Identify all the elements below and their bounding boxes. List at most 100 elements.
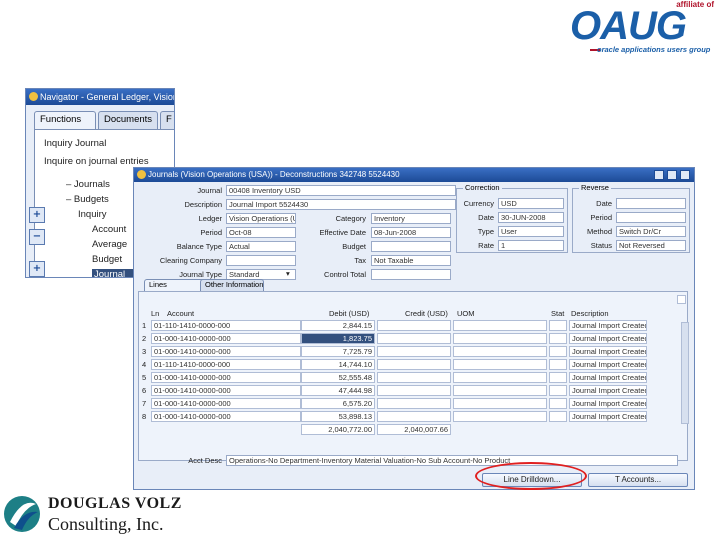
uom-cell[interactable] xyxy=(453,385,547,396)
method-select[interactable]: Switch Dr/Cr xyxy=(616,226,686,237)
vertical-scrollbar[interactable] xyxy=(681,322,689,424)
table-row[interactable]: 7 01-000-1410-0000-000 6,575.20 Journal Imp… xyxy=(139,398,689,410)
description-cell[interactable]: Journal Import Created xyxy=(569,320,647,331)
description-cell[interactable]: Journal Import Created xyxy=(569,398,647,409)
tree-item-inquiry[interactable]: Inquiry xyxy=(78,209,107,220)
t-accounts-button[interactable]: T Accounts... xyxy=(588,473,688,487)
credit-cell[interactable] xyxy=(377,385,451,396)
stat-cell[interactable] xyxy=(549,333,567,344)
debit-cell[interactable]: 47,444.98 xyxy=(301,385,375,396)
tree-item-average[interactable]: Average xyxy=(92,239,127,250)
credit-cell[interactable] xyxy=(377,320,451,331)
balance-type-field[interactable]: Actual xyxy=(226,241,296,252)
description-cell[interactable]: Journal Import Created xyxy=(569,333,647,344)
debit-cell[interactable]: 6,575.20 xyxy=(301,398,375,409)
account-cell[interactable]: 01-000-1410-0000-000 xyxy=(151,333,301,344)
description-cell[interactable]: Journal Import Created xyxy=(569,411,647,422)
tree-item-budgets[interactable]: – Budgets xyxy=(66,194,109,205)
maximize-icon[interactable] xyxy=(667,170,677,180)
effective-date-field[interactable]: 08-Jun-2008 xyxy=(371,227,451,238)
debit-cell[interactable]: 14,744.10 xyxy=(301,359,375,370)
chevron-down-icon[interactable]: ▾ xyxy=(286,269,290,278)
journal-field[interactable]: 00408 Inventory USD xyxy=(226,185,456,196)
tree-item-account[interactable]: Account xyxy=(92,224,126,235)
type-field[interactable]: User xyxy=(498,226,564,237)
description-field[interactable]: Journal Import 5524430 xyxy=(226,199,456,210)
tab-other-information[interactable]: Other Information xyxy=(200,279,264,291)
budget-field[interactable] xyxy=(371,241,451,252)
nav-item-inquiry-journal[interactable]: Inquiry Journal xyxy=(44,138,106,149)
tree-item-budget[interactable]: Budget xyxy=(92,254,122,265)
tab-lines[interactable]: Lines xyxy=(144,279,206,291)
description-cell[interactable]: Journal Import Created xyxy=(569,359,647,370)
nav-add-button[interactable]: + xyxy=(29,261,45,277)
currency-field[interactable]: USD xyxy=(498,198,564,209)
account-cell[interactable]: 01-000-1410-0000-000 xyxy=(151,411,301,422)
category-field[interactable]: Inventory xyxy=(371,213,451,224)
credit-cell[interactable] xyxy=(377,398,451,409)
debit-cell[interactable]: 53,898.13 xyxy=(301,411,375,422)
tree-item-journals[interactable]: – Journals xyxy=(66,179,110,190)
journals-titlebar[interactable]: Journals (Vision Operations (USA)) - Dec… xyxy=(134,168,694,182)
tab-functions[interactable]: Functions xyxy=(34,111,96,129)
description-cell[interactable]: Journal Import Created xyxy=(569,385,647,396)
stat-cell[interactable] xyxy=(549,398,567,409)
nav-collapse-button[interactable]: − xyxy=(29,229,45,245)
uom-cell[interactable] xyxy=(453,333,547,344)
uom-cell[interactable] xyxy=(453,359,547,370)
credit-cell[interactable] xyxy=(377,372,451,383)
nav-item-inquire-entries[interactable]: Inquire on journal entries xyxy=(44,156,149,167)
table-row[interactable]: 3 01-000-1410-0000-000 7,725.79 Journal Imp… xyxy=(139,346,689,358)
tab-documents[interactable]: Documents xyxy=(98,111,158,129)
stat-cell[interactable] xyxy=(549,346,567,357)
account-cell[interactable]: 01-000-1410-0000-000 xyxy=(151,398,301,409)
uom-cell[interactable] xyxy=(453,411,547,422)
stat-cell[interactable] xyxy=(549,372,567,383)
period-field[interactable]: Oct-08 xyxy=(226,227,296,238)
stat-cell[interactable] xyxy=(549,385,567,396)
close-icon[interactable] xyxy=(680,170,690,180)
table-row[interactable]: 2 01-000-1410-0000-000 1,823.75 Journal Imp… xyxy=(139,333,689,345)
nav-open-button[interactable]: + xyxy=(29,207,45,223)
debit-cell[interactable]: 1,823.75 xyxy=(301,333,375,344)
tab-more[interactable]: F xyxy=(160,111,174,129)
uom-cell[interactable] xyxy=(453,346,547,357)
date-field[interactable]: 30-JUN-2008 xyxy=(498,212,564,223)
description-cell[interactable]: Journal Import Created xyxy=(569,346,647,357)
control-total-field[interactable] xyxy=(371,269,451,280)
lines-checkbox[interactable] xyxy=(677,295,686,304)
douglas-volz-mark-icon xyxy=(4,496,40,532)
reverse-period-field[interactable] xyxy=(616,212,686,223)
credit-cell[interactable] xyxy=(377,411,451,422)
table-row[interactable]: 6 01-000-1410-0000-000 47,444.98 Journal Im… xyxy=(139,385,689,397)
navigator-titlebar[interactable]: Navigator - General Ledger, Vision xyxy=(26,89,174,105)
uom-cell[interactable] xyxy=(453,398,547,409)
table-row[interactable]: 4 01-110-1410-0000-000 14,744.10 Journal Im… xyxy=(139,359,689,371)
account-cell[interactable]: 01-000-1410-0000-000 xyxy=(151,346,301,357)
clearing-company-field[interactable] xyxy=(226,255,296,266)
stat-cell[interactable] xyxy=(549,320,567,331)
table-row[interactable]: 1 01-110-1410-0000-000 2,844.15 Journal Imp… xyxy=(139,320,689,332)
uom-cell[interactable] xyxy=(453,372,547,383)
uom-cell[interactable] xyxy=(453,320,547,331)
stat-cell[interactable] xyxy=(549,359,567,370)
credit-cell[interactable] xyxy=(377,333,451,344)
debit-cell[interactable]: 2,844.15 xyxy=(301,320,375,331)
credit-cell[interactable] xyxy=(377,346,451,357)
debit-cell[interactable]: 7,725.79 xyxy=(301,346,375,357)
account-cell[interactable]: 01-000-1410-0000-000 xyxy=(151,372,301,383)
credit-cell[interactable] xyxy=(377,359,451,370)
minimize-icon[interactable] xyxy=(654,170,664,180)
account-cell[interactable]: 01-110-1410-0000-000 xyxy=(151,320,301,331)
table-row[interactable]: 8 01-000-1410-0000-000 53,898.13 Journal Im… xyxy=(139,411,689,423)
account-cell[interactable]: 01-110-1410-0000-000 xyxy=(151,359,301,370)
account-cell[interactable]: 01-000-1410-0000-000 xyxy=(151,385,301,396)
stat-cell[interactable] xyxy=(549,411,567,422)
rate-field[interactable]: 1 xyxy=(498,240,564,251)
ledger-field[interactable]: Vision Operations (US xyxy=(226,213,296,224)
debit-cell[interactable]: 52,555.48 xyxy=(301,372,375,383)
description-cell[interactable]: Journal Import Created xyxy=(569,372,647,383)
reverse-date-field[interactable] xyxy=(616,198,686,209)
tax-field[interactable]: Not Taxable xyxy=(371,255,451,266)
table-row[interactable]: 5 01-000-1410-0000-000 52,555.48 Journal Im… xyxy=(139,372,689,384)
